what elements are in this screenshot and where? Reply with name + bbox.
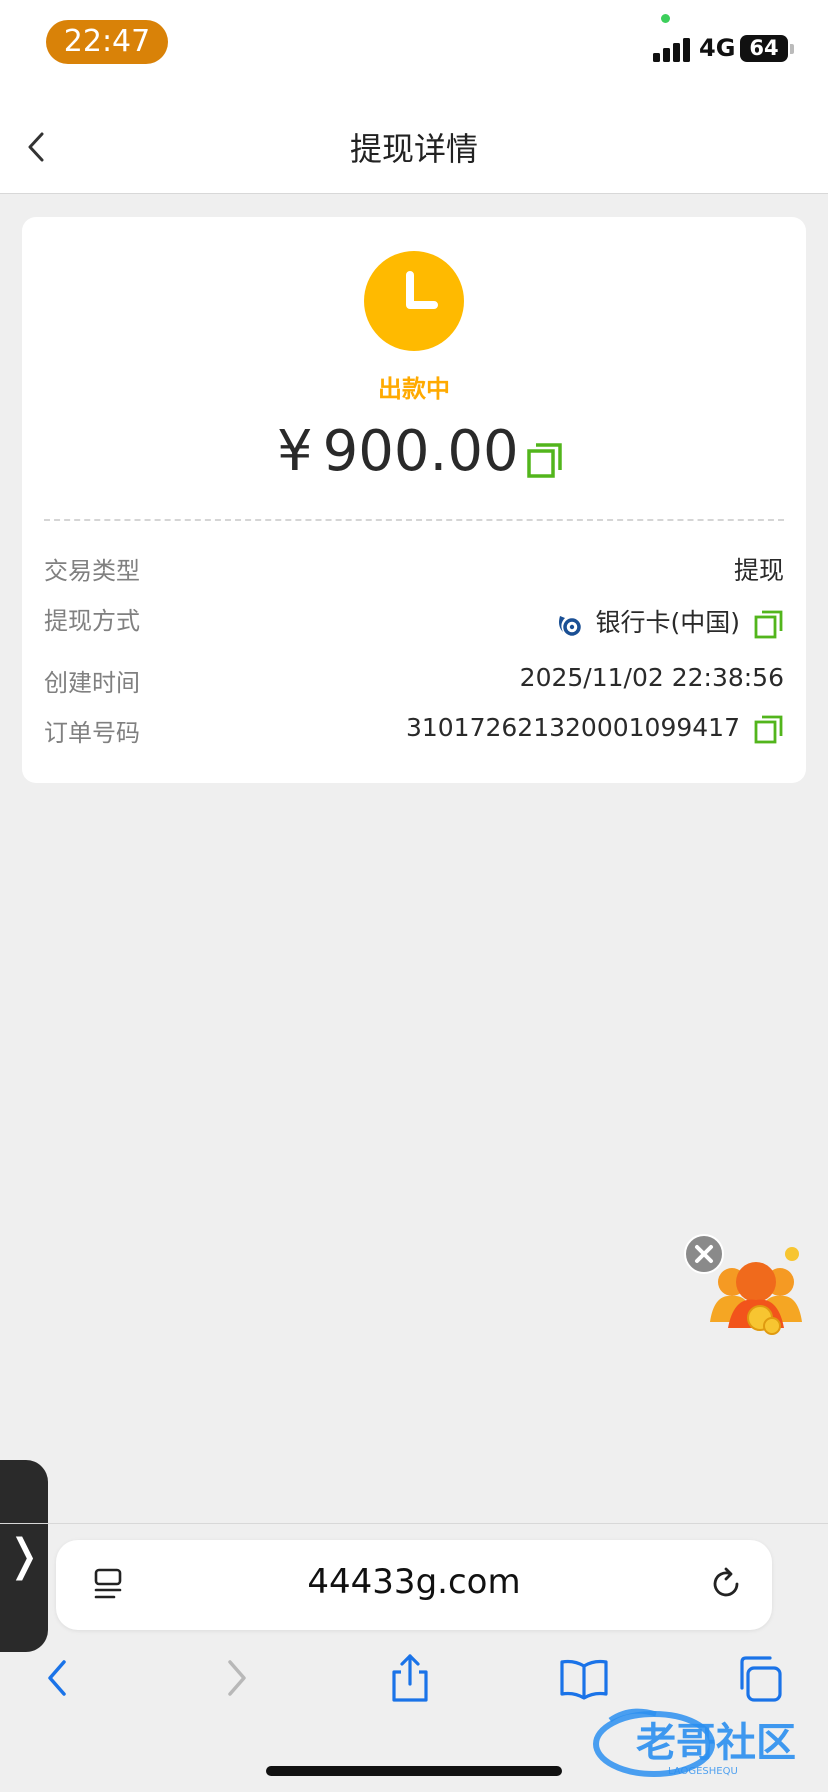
transaction-type-value: 提现 [733, 556, 784, 585]
cellular-signal-icon [653, 38, 691, 62]
status-time: 22:47 [46, 20, 168, 64]
network-type: 4G [699, 34, 736, 62]
copy-icon [527, 443, 562, 478]
svg-text:老哥社区: 老哥社区 [636, 1720, 796, 1766]
browser-back-button[interactable] [32, 1652, 84, 1704]
order-number-label: 订单号码 [44, 719, 140, 747]
page-title: 提现详情 [349, 130, 478, 168]
copy-icon [754, 715, 783, 744]
bookmarks-button[interactable] [558, 1652, 610, 1704]
copy-order-button[interactable] [754, 714, 784, 744]
currency-symbol: ¥ [277, 419, 313, 484]
chevron-left-icon [48, 1660, 66, 1696]
created-time-value: 2025/11/02 22:38:56 [519, 663, 784, 692]
share-button[interactable] [384, 1652, 436, 1704]
tabs-button[interactable] [734, 1652, 786, 1704]
created-time-label: 创建时间 [44, 669, 140, 697]
close-icon [695, 1245, 713, 1263]
amount-value: 900.00 [322, 419, 519, 484]
withdrawal-method-value: 银行卡(中国) [595, 608, 740, 637]
url-text: 44433g.com [307, 1562, 521, 1602]
battery-cap [790, 44, 794, 54]
withdrawal-method: 银行卡(中国) [555, 603, 784, 639]
side-drawer-tab[interactable]: ❭ [0, 1460, 48, 1652]
watermark-logo: 老哥社区 LAOGESHEQU [590, 1700, 816, 1782]
amount: ¥900.00 [277, 419, 519, 484]
clock-icon [364, 251, 464, 351]
address-bar[interactable]: 44433g.com [56, 1540, 772, 1630]
withdrawal-method-label: 提现方式 [44, 607, 140, 635]
reload-icon[interactable] [706, 1564, 746, 1604]
order-number-value: 310172621320001099417 [405, 713, 740, 742]
status-label: 出款中 [378, 375, 450, 403]
share-icon [392, 1654, 428, 1702]
tabs-icon [740, 1656, 782, 1702]
withdrawal-detail-card: 出款中 ¥900.00 交易类型 提现 提现方式 银行卡(中国) 创建时间 20… [22, 217, 806, 783]
copy-amount-button[interactable] [526, 441, 564, 479]
browser-separator [0, 1523, 828, 1524]
order-number: 310172621320001099417 [406, 713, 784, 744]
copy-method-button[interactable] [754, 609, 784, 639]
status-bar: 22:47 4G 64 [0, 0, 828, 100]
privacy-indicator-icon [661, 14, 670, 23]
browser-forward-button[interactable] [210, 1652, 262, 1704]
chevron-right-icon [228, 1660, 246, 1696]
close-promo-button[interactable] [684, 1234, 724, 1274]
bank-logo-icon [555, 610, 583, 638]
book-icon [560, 1659, 608, 1700]
svg-text:LAOGESHEQU: LAOGESHEQU [668, 1766, 738, 1777]
battery-icon: 64 [740, 35, 788, 62]
copy-icon [754, 610, 783, 639]
nav-bar: 提现详情 [0, 100, 828, 194]
dashed-divider [44, 519, 784, 521]
transaction-type-label: 交易类型 [44, 557, 140, 585]
home-indicator [266, 1766, 562, 1776]
